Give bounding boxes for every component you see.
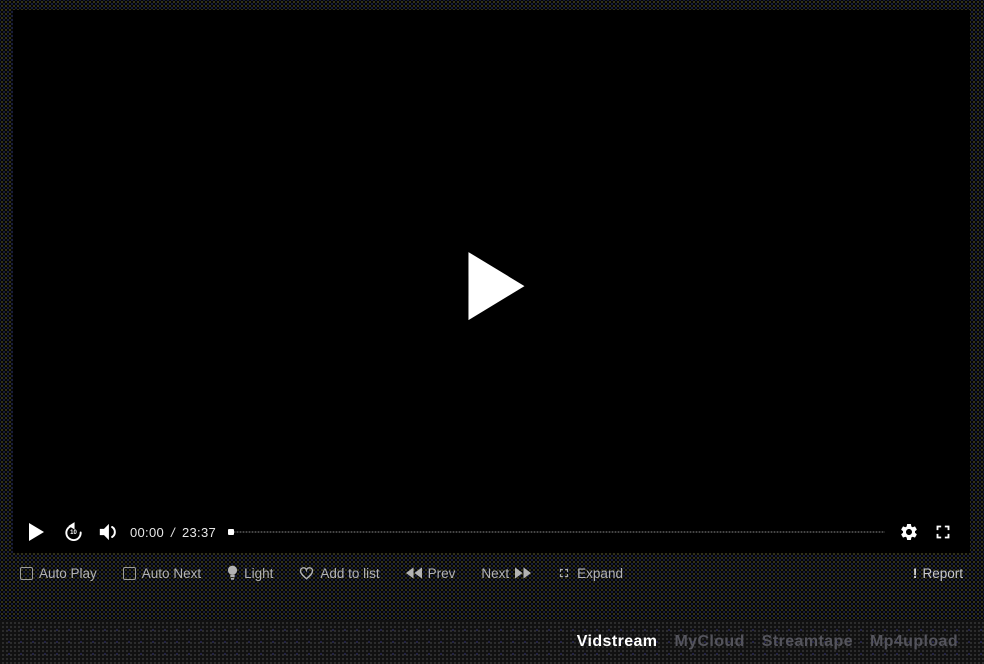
settings-button[interactable] <box>899 522 919 542</box>
add-to-list-button[interactable]: Add to list <box>299 566 379 581</box>
checkbox-icon <box>20 567 33 580</box>
current-time: 00:00 <box>130 525 164 540</box>
volume-button[interactable] <box>97 522 119 542</box>
report-button[interactable]: ! Report <box>913 565 963 581</box>
prev-label: Prev <box>428 566 456 581</box>
video-player[interactable]: 10 00:00 / 23:37 <box>13 10 970 553</box>
fullscreen-button[interactable] <box>932 521 954 543</box>
auto-play-toggle[interactable]: Auto Play <box>20 566 97 581</box>
progress-track <box>228 531 885 533</box>
progress-handle[interactable] <box>228 529 234 535</box>
player-control-bar: 10 00:00 / 23:37 <box>13 511 970 553</box>
play-button[interactable] <box>29 523 44 541</box>
play-icon <box>29 523 44 541</box>
auto-next-label: Auto Next <box>142 566 201 581</box>
rewind-10-button[interactable]: 10 <box>63 522 84 543</box>
server-item-mycloud[interactable]: MyCloud <box>674 633 744 651</box>
server-item-vidstream[interactable]: Vidstream <box>577 633 658 651</box>
server-item-streamtape[interactable]: Streamtape <box>762 633 853 651</box>
checkbox-icon <box>123 567 136 580</box>
duration: 23:37 <box>182 525 216 540</box>
next-label: Next <box>481 566 509 581</box>
lightbulb-icon <box>227 565 238 581</box>
heart-icon <box>299 566 314 580</box>
add-to-list-label: Add to list <box>320 566 379 581</box>
time-separator: / <box>169 525 177 540</box>
light-label: Light <box>244 566 273 581</box>
auto-play-label: Auto Play <box>39 566 97 581</box>
exclamation-icon: ! <box>913 565 918 581</box>
expand-icon <box>557 566 571 580</box>
fullscreen-icon <box>932 521 954 543</box>
big-play-button[interactable] <box>468 252 524 320</box>
expand-button[interactable]: Expand <box>557 566 623 581</box>
time-display: 00:00 / 23:37 <box>130 525 216 540</box>
rewind-seconds-label: 10 <box>70 530 77 536</box>
server-item-mp4upload[interactable]: Mp4upload <box>870 633 958 651</box>
gear-icon <box>899 522 919 542</box>
prev-icon <box>406 567 422 579</box>
next-icon <box>515 567 531 579</box>
play-icon <box>468 252 524 320</box>
player-toolbar: Auto Play Auto Next Light Add to list Pr… <box>13 556 970 590</box>
server-list: Vidstream MyCloud Streamtape Mp4upload <box>0 620 984 664</box>
prev-episode-button[interactable]: Prev <box>406 566 456 581</box>
next-episode-button[interactable]: Next <box>481 566 531 581</box>
volume-icon <box>97 522 119 542</box>
progress-bar[interactable] <box>228 525 885 539</box>
light-toggle[interactable]: Light <box>227 565 273 581</box>
expand-label: Expand <box>577 566 623 581</box>
auto-next-toggle[interactable]: Auto Next <box>123 566 201 581</box>
report-label: Report <box>922 566 963 581</box>
